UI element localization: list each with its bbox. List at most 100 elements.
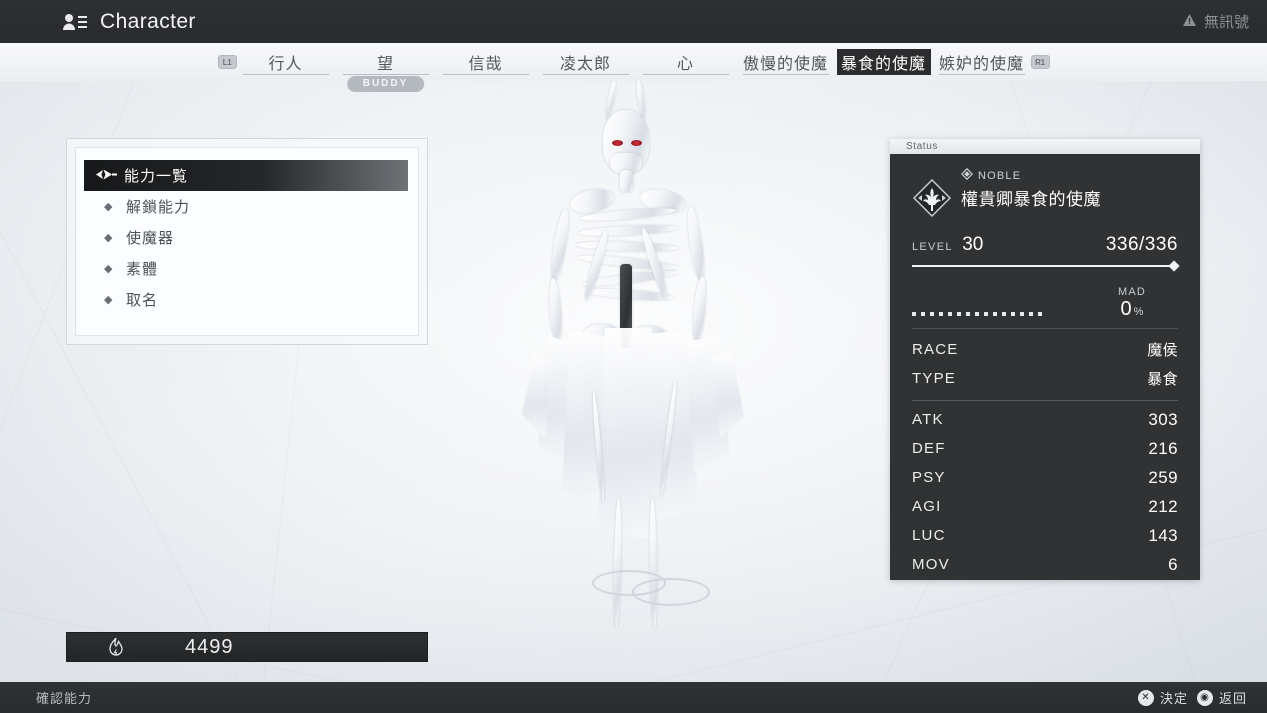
tab-bar: L1 行人望BUDDY信哉 凌太郎 心傲慢的使魔暴食的使魔嫉妒的使魔 R1 [0,43,1267,81]
tab-label: 傲慢的使魔 [743,50,828,74]
mad-label: MAD [1086,286,1178,298]
cross-button-icon: ✕ [1138,690,1154,706]
button-hint[interactable]: ◉ 返回 [1197,688,1247,707]
mad-dot [921,312,925,316]
diamond-bullet-icon: ◆ [104,293,126,306]
tab-5[interactable]: 傲慢的使魔 [737,43,835,81]
tab-underline [243,74,329,75]
menu-item-label: 使魔器 [126,227,174,248]
tab-underline [543,74,629,75]
menu-item-0[interactable]: 能力一覧 [84,160,408,191]
tab-2[interactable]: 信哉 [437,43,535,81]
bottom-bar: 確認能力 ✕ 決定 ◉ 返回 [0,682,1267,713]
hp-bar-fill [912,265,1172,267]
mad-dot [1029,312,1033,316]
character-model [498,78,768,648]
status-panel-title: Status [890,139,1200,154]
attribute-value: 魔侯 [1147,339,1178,360]
stat-value: 212 [1148,497,1178,517]
mad-dot [966,312,970,316]
tab-label: 暴食的使魔 [841,50,926,74]
mad-dot [939,312,943,316]
tab-1[interactable]: 望BUDDY [337,43,435,81]
rank-row: NOBLE [961,168,1101,183]
stat-list: ATK303DEF216PSY259AGI212LUC143MOV6 [912,405,1178,579]
buddy-badge: BUDDY [347,76,425,92]
diamond-bullet-icon: ◆ [104,231,126,244]
attribute-row: TYPE暴食 [912,364,1178,393]
menu-item-1[interactable]: ◆解鎖能力 [86,191,408,222]
mad-dot [993,312,997,316]
mad-dot [930,312,934,316]
mad-dot [948,312,952,316]
menu-item-label: 取名 [126,289,158,310]
tab-7[interactable]: 嫉妒的使魔 [933,43,1031,81]
currency-amount: 4499 [185,636,234,659]
currency-bar: 4499 [66,632,428,662]
stat-row: AGI 212 [912,492,1178,521]
stat-row: PSY259 [912,463,1178,492]
tab-4[interactable]: 心 [637,43,735,81]
button-hint-label: 返回 [1219,688,1247,707]
diamond-bullet-icon: ◆ [104,200,126,213]
person-list-icon [62,12,88,32]
tab-6[interactable]: 暴食的使魔 [837,49,931,75]
arrow-wing-icon [94,168,124,184]
tab-underline [443,74,529,75]
mad-dot [984,312,988,316]
mad-dot [1038,312,1042,316]
shoulder-button-r1[interactable]: R1 [1031,55,1050,69]
menu-item-4[interactable]: ◆取名 [86,284,408,315]
shoulder-button-l1[interactable]: L1 [218,55,237,69]
stat-row: DEF 216 [912,434,1178,463]
diamond-bullet-icon: ◆ [104,262,126,275]
stat-value: 6 [1168,555,1178,575]
tab-label: 嫉妒的使魔 [939,50,1024,74]
hp-bar-marker [1168,260,1179,271]
rank-label: NOBLE [978,170,1021,182]
tab-0[interactable]: 行人 [237,43,335,81]
level-label: LEVEL [912,241,953,253]
stat-row: LUC143 [912,521,1178,550]
menu-item-3[interactable]: ◆素體 [86,253,408,284]
warning-triangle-icon [1182,13,1197,31]
stat-label: AGI [912,498,941,515]
button-hint-label: 決定 [1160,688,1188,707]
mad-dot [1002,312,1006,316]
attribute-list: RACE魔侯TYPE暴食 [912,335,1178,393]
signal-status: 無訊號 [1182,11,1249,32]
mad-dot [1020,312,1024,316]
mad-divider [912,328,1178,329]
status-panel: Status NOBL [890,139,1200,580]
stat-label: MOV [912,556,950,573]
stat-label: PSY [912,469,946,486]
tab-underline [343,74,429,75]
mad-dotted-track [912,312,1086,321]
noble-crest-icon [912,178,952,218]
character-tabs: 行人望BUDDY信哉 凌太郎 心傲慢的使魔暴食的使魔嫉妒的使魔 [237,43,1031,81]
circle-button-icon: ◉ [1197,690,1213,706]
tab-label: 凌太郎 [560,50,611,74]
mad-dot [975,312,979,316]
ability-menu-panel: 能力一覧◆解鎖能力◆使魔器◆素體◆取名 [66,138,428,345]
tab-3[interactable]: 凌太郎 [537,43,635,81]
tab-label: 望 [377,50,394,74]
stat-value: 303 [1148,410,1178,430]
character-name: 權貴卿暴食的使魔 [961,185,1101,210]
character-identity: NOBLE 權貴卿暴食的使魔 [912,168,1178,218]
stat-label: DEF [912,440,946,457]
mad-dot [912,312,916,316]
tab-underline [939,74,1025,75]
ability-menu-list: 能力一覧◆解鎖能力◆使魔器◆素體◆取名 [75,147,419,336]
stat-value: 216 [1148,439,1178,459]
menu-item-label: 素體 [126,258,158,279]
level-row: LEVEL 30 336/336 [912,234,1178,256]
stat-value: 143 [1148,526,1178,546]
menu-item-label: 解鎖能力 [126,196,190,217]
button-hint[interactable]: ✕ 決定 [1138,688,1188,707]
attribute-label: TYPE [912,370,956,387]
signal-status-label: 無訊號 [1204,11,1249,32]
attribute-row: RACE魔侯 [912,335,1178,364]
context-action-label: 確認能力 [36,688,92,707]
menu-item-2[interactable]: ◆使魔器 [86,222,408,253]
